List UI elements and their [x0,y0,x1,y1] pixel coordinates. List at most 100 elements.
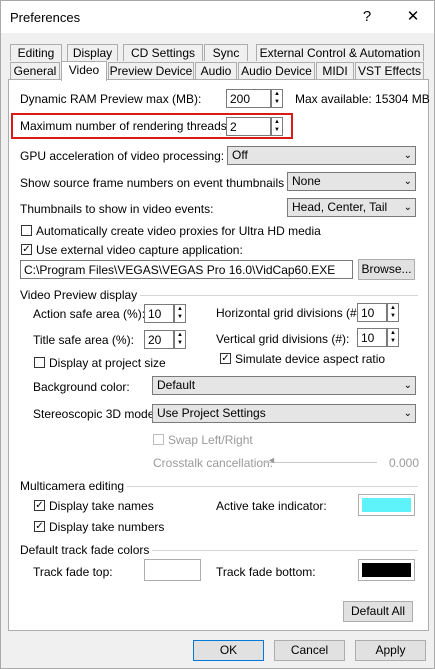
thumbnails-select[interactable]: Head, Center, Tail ⌄ [287,198,416,217]
threads-label: Maximum number of rendering threads: [20,119,231,133]
external-capture-checkbox[interactable]: ✓ [21,244,32,255]
gpu-label: GPU acceleration of video processing: [20,149,225,163]
threads-input[interactable]: 2 [226,117,271,136]
crosstalk-slider[interactable] [263,462,377,463]
thumbnails-value: Head, Center, Tail [292,200,388,214]
swap-lr-checkbox[interactable] [153,434,164,445]
tab-vst-effects[interactable]: VST Effects [355,62,424,79]
fade-top-label: Track fade top: [33,565,113,579]
v-grid-spinner[interactable]: ▲ ▼ [387,328,399,347]
h-grid-input[interactable]: 10 [357,303,387,322]
active-take-label: Active take indicator: [216,499,327,513]
action-safe-spinner[interactable]: ▲ ▼ [174,304,186,323]
cancel-button[interactable]: Cancel [274,640,345,661]
tab-display[interactable]: Display [67,44,118,61]
chevron-down-icon: ⌄ [403,202,412,213]
background-color-value: Default [157,378,196,392]
h-grid-spinner[interactable]: ▲ ▼ [387,303,399,322]
take-names-checkbox[interactable]: ✓ [34,500,45,511]
aspect-ratio-label: Simulate device aspect ratio [235,352,386,366]
spin-up-icon[interactable]: ▲ [272,118,282,126]
crosstalk-value: 0.000 [389,456,420,470]
title-safe-input[interactable]: 20 [144,330,174,349]
chevron-down-icon: ⌄ [403,380,412,391]
external-capture-label: Use external video capture application: [36,243,243,257]
title-safe-spinner[interactable]: ▲ ▼ [174,330,186,349]
v-grid-label: Vertical grid divisions (#): [216,332,350,346]
take-numbers-checkbox[interactable]: ✓ [34,521,45,532]
default-all-button[interactable]: Default All [343,601,413,622]
auto-proxies-checkbox[interactable] [21,225,32,236]
tab-cd-settings[interactable]: CD Settings [123,44,203,61]
capture-path-input[interactable]: C:\Program Files\VEGAS\VEGAS Pro 16.0\Vi… [20,260,353,279]
thumbnails-label: Thumbnails to show in video events: [20,202,214,216]
stereo-mode-value: Use Project Settings [157,406,266,420]
project-size-checkbox[interactable] [34,357,45,368]
project-size-label: Display at project size [49,356,166,370]
fade-group-label: Default track fade colors [20,543,153,557]
spin-down-icon[interactable]: ▼ [388,337,398,345]
title-bar: Preferences ? ✕ [1,1,434,33]
spin-down-icon[interactable]: ▼ [175,313,185,321]
tab-external-control[interactable]: External Control & Automation [256,44,424,61]
chevron-down-icon: ⌄ [403,150,412,161]
stereo-mode-select[interactable]: Use Project Settings ⌄ [152,404,416,423]
fade-top-color-button[interactable] [144,559,201,581]
tab-midi[interactable]: MIDI [316,62,354,79]
multicam-group-label: Multicamera editing [20,479,128,493]
take-numbers-label: Display take numbers [49,520,165,534]
active-take-color-fill [362,498,411,512]
aspect-ratio-checkbox[interactable]: ✓ [220,353,231,364]
window-title: Preferences [10,10,81,25]
spin-down-icon[interactable]: ▼ [175,339,185,347]
ok-button[interactable]: OK [193,640,264,661]
spin-up-icon[interactable]: ▲ [388,329,398,337]
close-button[interactable]: ✕ [398,5,428,29]
tab-audio[interactable]: Audio [195,62,237,79]
preview-group-label: Video Preview display [20,288,141,302]
spin-down-icon[interactable]: ▼ [272,126,282,134]
h-grid-label: Horizontal grid divisions (#): [216,306,365,320]
preferences-window: Preferences ? ✕ Editing Display CD Setti… [0,0,435,669]
fade-bottom-color-button[interactable] [358,559,415,581]
dynamic-ram-input[interactable]: 200 [226,89,271,108]
fade-top-color-fill [148,563,197,577]
tab-preview-device[interactable]: Preview Device [108,62,194,79]
chevron-down-icon: ⌄ [403,176,412,187]
source-frames-label: Show source frame numbers on event thumb… [20,176,304,190]
max-available-text: Max available: 15304 MB [295,92,430,106]
fade-bottom-color-fill [362,563,411,577]
tab-editing[interactable]: Editing [10,44,62,61]
tab-sync[interactable]: Sync [204,44,248,61]
spin-down-icon[interactable]: ▼ [388,312,398,320]
tab-video[interactable]: Video [61,61,107,81]
fade-bottom-label: Track fade bottom: [216,565,316,579]
auto-proxies-label: Automatically create video proxies for U… [36,224,321,238]
help-button[interactable]: ? [352,5,382,29]
dynamic-ram-label: Dynamic RAM Preview max (MB): [20,92,202,106]
gpu-select-value: Off [232,148,248,162]
spin-up-icon[interactable]: ▲ [388,304,398,312]
slider-thumb-icon[interactable]: ◄ [267,455,276,465]
action-safe-label: Action safe area (%): [33,307,146,321]
spin-up-icon[interactable]: ▲ [272,90,282,98]
v-grid-input[interactable]: 10 [357,328,387,347]
take-names-label: Display take names [49,499,154,513]
apply-button[interactable]: Apply [355,640,426,661]
action-safe-input[interactable]: 10 [144,304,174,323]
tab-general[interactable]: General [10,62,60,79]
gpu-select[interactable]: Off ⌄ [227,146,416,165]
dynamic-ram-spinner[interactable]: ▲ ▼ [271,89,283,108]
tab-audio-device[interactable]: Audio Device [238,62,315,79]
background-color-select[interactable]: Default ⌄ [152,376,416,395]
active-take-color-button[interactable] [358,494,415,516]
spin-down-icon[interactable]: ▼ [272,98,282,106]
browse-button[interactable]: Browse... [358,259,415,280]
stereo-mode-label: Stereoscopic 3D mode: [33,407,158,421]
background-color-label: Background color: [33,380,130,394]
source-frames-select[interactable]: None ⌄ [287,172,416,191]
spin-up-icon[interactable]: ▲ [175,305,185,313]
threads-spinner[interactable]: ▲ ▼ [271,117,283,136]
spin-up-icon[interactable]: ▲ [175,331,185,339]
swap-lr-label: Swap Left/Right [168,433,253,447]
